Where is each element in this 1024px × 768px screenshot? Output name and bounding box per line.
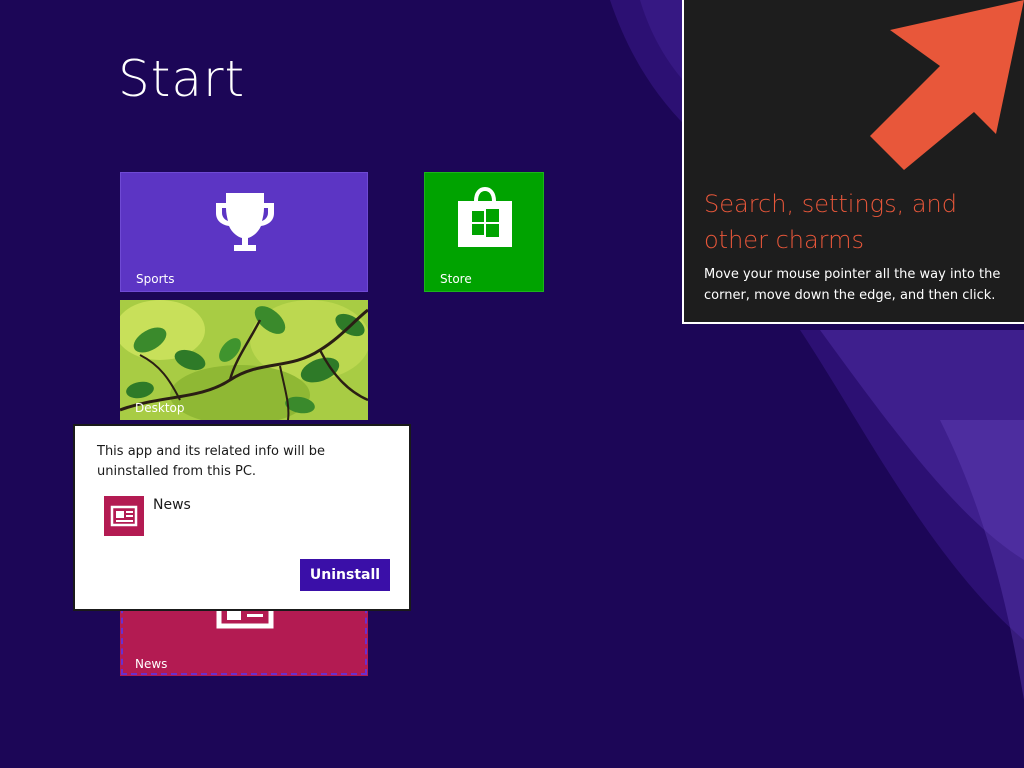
uninstall-dialog: This app and its related info will be un…: [73, 424, 411, 611]
tile-label-store: Store: [440, 272, 472, 286]
start-title: Start: [118, 50, 246, 108]
charms-tip-body: Move your mouse pointer all the way into…: [704, 267, 1001, 303]
uninstall-button[interactable]: Uninstall: [300, 559, 390, 591]
news-app-icon: [104, 496, 144, 536]
charms-tip-panel: Search, settings, and other charms Move …: [682, 0, 1024, 324]
tile-sports[interactable]: Sports: [120, 172, 368, 292]
charms-tip-heading: Search, settings, and other charms: [704, 190, 957, 254]
app-name: News: [153, 497, 191, 513]
tile-label-news: News: [135, 657, 168, 671]
arrow-up-right-icon: [870, 0, 1024, 170]
tile-desktop[interactable]: Desktop: [120, 300, 368, 420]
tile-label-sports: Sports: [136, 272, 175, 286]
tile-label-desktop: Desktop: [135, 401, 185, 415]
trophy-icon: [216, 193, 274, 251]
newspaper-icon: [110, 505, 138, 527]
dialog-message: This app and its related info will be un…: [97, 444, 325, 479]
store-bag-icon: [458, 187, 512, 247]
tile-store[interactable]: Store: [424, 172, 544, 292]
